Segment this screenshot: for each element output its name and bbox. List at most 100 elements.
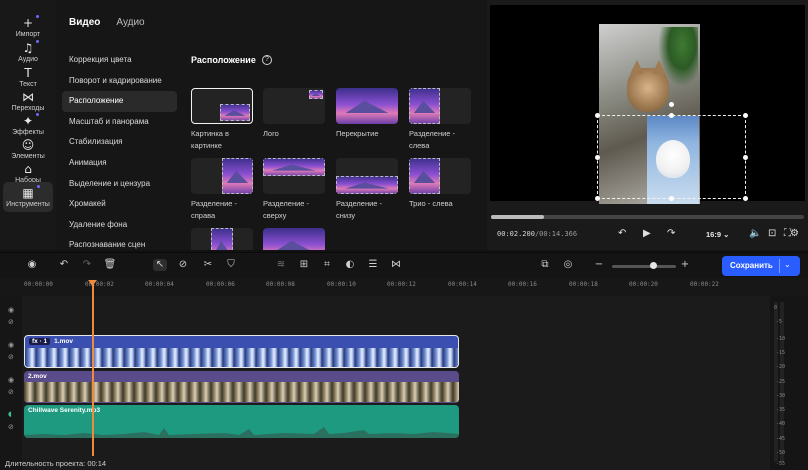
layout-split-bottom[interactable]: Разделение - снизу	[336, 158, 400, 222]
menu-item-layout[interactable]: Расположение	[62, 91, 177, 112]
redo-icon[interactable]: ↷	[667, 228, 675, 240]
shield-icon[interactable]: ⛉	[224, 259, 238, 271]
lock-icon[interactable]: ⊘	[8, 318, 14, 326]
zoom-out-icon[interactable]: −	[592, 259, 606, 271]
properties-panel: Видео Аудио Коррекция цвета Поворот и ка…	[56, 0, 487, 250]
layout-logo-thumb	[263, 88, 325, 124]
adjust-icon[interactable]: ⊞	[297, 259, 311, 271]
layout-extra-2[interactable]	[263, 228, 327, 250]
split-audio-icon[interactable]: ⧉	[538, 259, 552, 271]
preview-progress[interactable]	[491, 215, 804, 219]
transition-icon[interactable]: ⋈	[389, 259, 403, 271]
select-tool-icon[interactable]: ↖	[153, 259, 167, 271]
rotate-handle[interactable]	[669, 102, 674, 107]
undo-icon[interactable]: ↶	[57, 259, 71, 271]
menu-item-censor[interactable]: Выделение и цензура	[62, 174, 177, 195]
eye-icon[interactable]: ◉	[8, 306, 14, 314]
layout-extra-1[interactable]	[191, 228, 255, 250]
crop-frame-icon[interactable]: ⊡	[768, 228, 776, 240]
playhead[interactable]	[92, 281, 94, 456]
resize-handle[interactable]	[743, 155, 748, 160]
layout-pip[interactable]: Картинка в картинке	[191, 88, 255, 152]
tab-audio[interactable]: Аудио	[116, 17, 144, 28]
layout-overlay[interactable]: Перекрытие	[336, 88, 400, 140]
resize-handle[interactable]	[743, 196, 748, 201]
resize-handle[interactable]	[595, 113, 600, 118]
audio-clip-title: Chillwave Serenity.mp3	[28, 407, 101, 414]
layout-split-bottom-label: Разделение - снизу	[336, 199, 383, 220]
audio-wave-icon[interactable]: ≋	[274, 259, 288, 271]
audio-clip[interactable]: Chillwave Serenity.mp3	[24, 405, 459, 438]
tab-video[interactable]: Видео	[69, 17, 100, 28]
magnet-icon[interactable]: ◎	[561, 259, 575, 271]
fx-badge: fx · 1	[29, 338, 51, 345]
section-title: Расположение	[191, 55, 256, 65]
chevron-down-icon[interactable]: ⌄	[784, 260, 791, 269]
preview-canvas[interactable]	[490, 5, 805, 204]
menu-item-stabilize[interactable]: Стабилизация	[62, 132, 177, 153]
menu-item-rotate[interactable]: Поворот и кадрирование	[62, 71, 177, 92]
speaker-icon[interactable]: ◖	[8, 410, 12, 418]
help-icon[interactable]: ?	[262, 55, 272, 65]
preview-progress-fill	[491, 215, 545, 219]
menu-item-zoom[interactable]: Масштаб и панорама	[62, 112, 177, 133]
tools-grid-icon: ▦	[22, 184, 40, 200]
play-icon[interactable]: ▶	[643, 228, 651, 240]
lock-icon[interactable]: ⊘	[8, 353, 14, 361]
save-button[interactable]: Сохранить ⌄	[722, 256, 800, 276]
layout-pip-label: Картинка в картинке	[191, 129, 229, 150]
cat-image	[627, 60, 669, 112]
layout-split-left[interactable]: Разделение - слева	[409, 88, 473, 152]
elements-icon: ☺	[21, 137, 35, 152]
layout-trio-left-thumb	[409, 158, 471, 194]
menu-item-chromakey[interactable]: Хромакей	[62, 194, 177, 215]
video-clip-1[interactable]: fx · 1 1.mov	[24, 335, 459, 368]
redo-icon[interactable]: ↷	[80, 259, 94, 271]
zoom-slider-knob[interactable]	[650, 262, 657, 269]
resize-handle[interactable]	[669, 196, 674, 201]
menu-item-bg-remove[interactable]: Удаление фона	[62, 215, 177, 236]
speed-icon[interactable]: ◐	[343, 259, 357, 271]
layout-pip-thumb	[191, 88, 253, 124]
menu-item-animation[interactable]: Анимация	[62, 153, 177, 174]
resize-handle[interactable]	[743, 113, 748, 118]
layout-logo[interactable]: Лого	[263, 88, 327, 140]
undo-icon[interactable]: ↶	[618, 228, 626, 240]
menu-item-scenes[interactable]: Распознавание сцен	[62, 235, 177, 250]
ruler-tick: 00:00:06	[206, 281, 235, 288]
rail-tools[interactable]: ▦ Инструменты	[3, 182, 53, 212]
delete-icon[interactable]: 🗑	[103, 259, 117, 271]
video-clip-2[interactable]: 2.mov	[24, 371, 459, 403]
resize-handle[interactable]	[595, 155, 600, 160]
preview-panel: 00:02.200/00:14.366 ↶ ▶ ↷ 16:9 ⌄ 🔈 ⊡ ⛶ ⚙	[487, 0, 808, 250]
sliders-icon[interactable]: ☰	[366, 259, 380, 271]
zoom-slider[interactable]	[612, 265, 676, 268]
project-duration: Длительность проекта: 00:14	[5, 459, 107, 468]
time-current: 00:02.200	[497, 230, 535, 238]
menu-item-color[interactable]: Коррекция цвета	[62, 50, 177, 71]
record-icon[interactable]: ◉	[25, 259, 39, 271]
layout-trio-left[interactable]: Трио - слева	[409, 158, 473, 210]
layout-split-right[interactable]: Разделение - справа	[191, 158, 255, 222]
ripple-icon[interactable]: ⊘	[176, 259, 190, 271]
layout-split-top[interactable]: Разделение - сверху	[263, 158, 327, 222]
ruler-tick: 00:00:10	[327, 281, 356, 288]
video-editor: + Импорт ♫ Аудио T Текст ⋈ Переходы ✦ Эф…	[0, 0, 808, 470]
timeline-ruler[interactable]: 00:00:00 00:00:02 00:00:04 00:00:06 00:0…	[0, 278, 808, 296]
scissors-icon[interactable]: ✂	[201, 259, 215, 271]
lock-icon[interactable]: ⊘	[8, 423, 14, 431]
eye-icon[interactable]: ◉	[8, 341, 14, 349]
aspect-ratio[interactable]: 16:9 ⌄	[706, 230, 729, 239]
resize-handle[interactable]	[595, 196, 600, 201]
save-divider	[779, 259, 780, 273]
settings-icon[interactable]: ⚙	[790, 228, 799, 240]
zoom-in-icon[interactable]: +	[678, 259, 692, 271]
resize-handle[interactable]	[669, 113, 674, 118]
crop-icon[interactable]: ⌗	[320, 259, 334, 271]
eye-icon[interactable]: ◉	[8, 376, 14, 384]
selection-box[interactable]	[595, 102, 748, 201]
text-icon: T	[24, 65, 32, 80]
lock-icon[interactable]: ⊘	[8, 388, 14, 396]
volume-icon[interactable]: 🔈	[749, 228, 761, 240]
audio-waveform	[24, 427, 459, 438]
